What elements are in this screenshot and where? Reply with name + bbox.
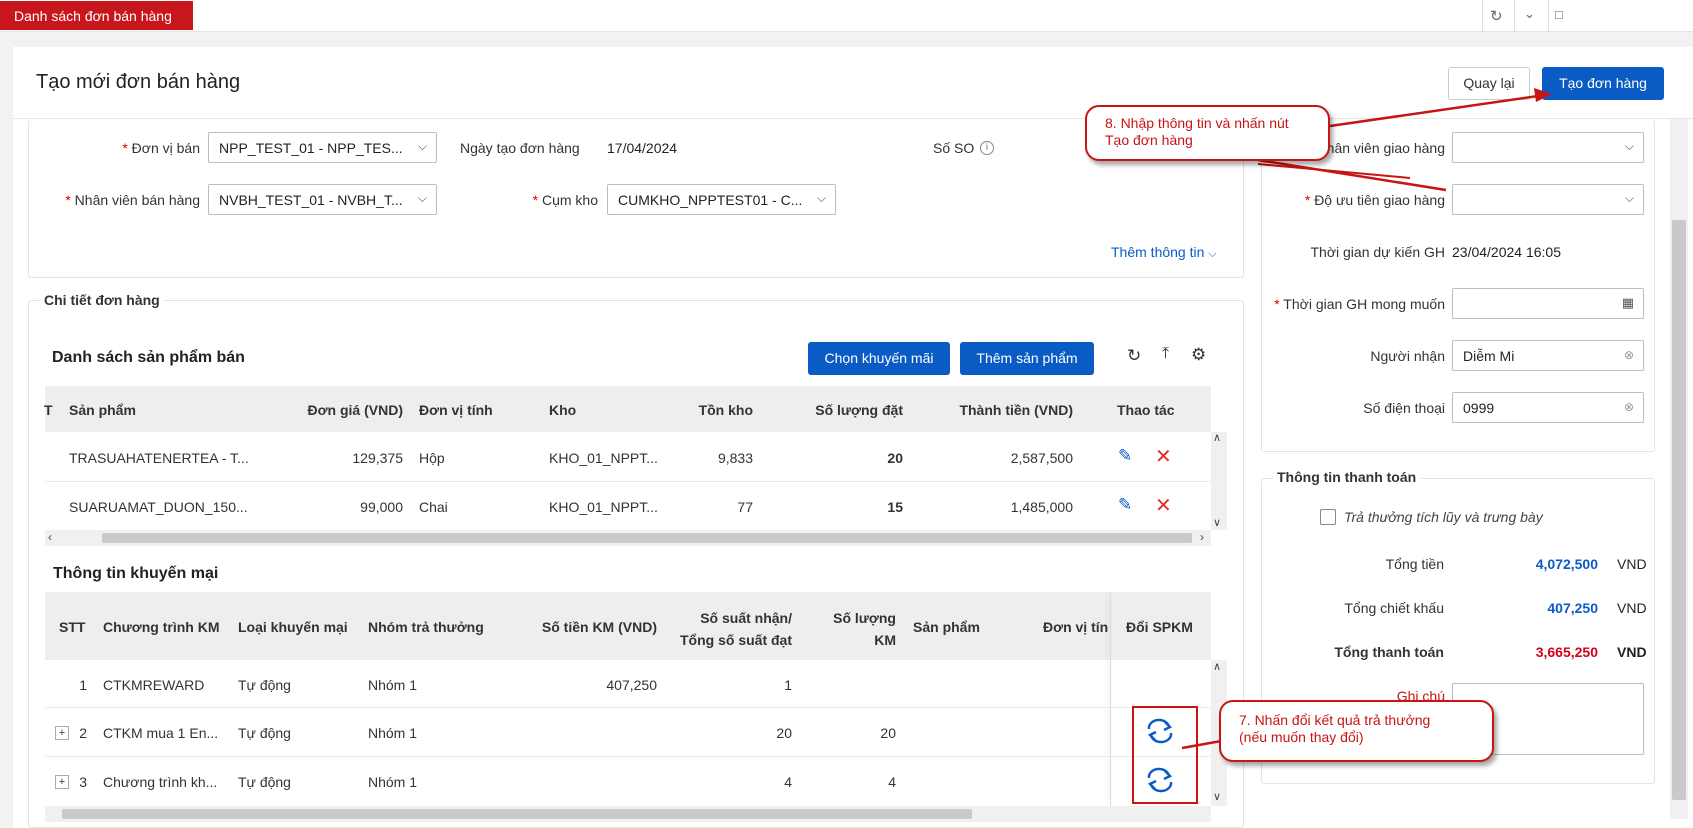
arrow-line-to-priority xyxy=(1257,158,1447,192)
callout-step-8: 8. Nhập thông tin và nhấn nút Tạo đơn hàn… xyxy=(1085,105,1330,161)
arrow-line-to-create xyxy=(1329,94,1539,128)
arrow-head-to-create xyxy=(1534,88,1552,102)
callout-step-7: 7. Nhấn đổi kết quả trả thưởng (nếu muốn … xyxy=(1219,700,1494,762)
arrow-line-to-priority-2 xyxy=(1257,163,1411,179)
